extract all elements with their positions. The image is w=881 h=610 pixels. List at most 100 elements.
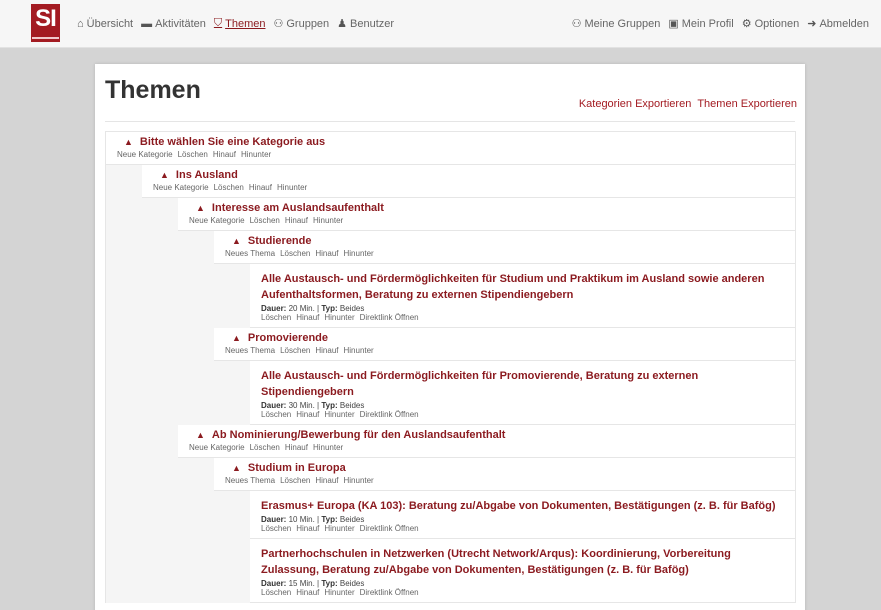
- category-title[interactable]: ▲ Ins Ausland: [160, 169, 781, 181]
- nav-item-label: Übersicht: [86, 17, 134, 30]
- move-up-link[interactable]: Hinauf: [296, 313, 319, 322]
- main-nav: ⌂ Übersicht ▬ Aktivitäten ⛉ Themen ⚇ Gruppen ♟ Be…: [77, 17, 394, 30]
- export-topics-link[interactable]: Themen Exportieren: [697, 98, 797, 110]
- move-up-link[interactable]: Hinauf: [315, 346, 338, 355]
- topic-title[interactable]: Alle Austausch- und Fördermöglichkeiten …: [261, 368, 781, 400]
- category-content: ▲ Promovierende Neues Thema Löschen Hinauf Hi…: [106, 328, 795, 360]
- category-row: ▲ Interesse am Auslandsaufenthalt Neue Kat…: [106, 198, 795, 231]
- nav-item-optionen[interactable]: ⚙ Optionen: [741, 17, 800, 31]
- nav-item-gruppen[interactable]: ⚇ Gruppen: [273, 17, 329, 31]
- logo-text: SI: [35, 5, 57, 32]
- delete-link[interactable]: Löschen: [280, 346, 310, 355]
- category-actions: Neue Kategorie Löschen Hinauf Hinunter: [189, 216, 781, 225]
- collapse-triangle-icon[interactable]: ▲: [232, 463, 241, 473]
- duration-label: Dauer:: [261, 401, 287, 410]
- move-down-link[interactable]: Hinunter: [343, 249, 373, 258]
- category-actions: Neues Thema Löschen Hinauf Hinunter: [225, 346, 781, 355]
- collapse-triangle-icon[interactable]: ▲: [160, 170, 169, 180]
- move-down-link[interactable]: Hinunter: [343, 346, 373, 355]
- direct-link[interactable]: Direktlink Öffnen: [360, 313, 419, 322]
- site-logo[interactable]: SI: [31, 4, 60, 42]
- direct-link[interactable]: Direktlink Öffnen: [360, 588, 419, 597]
- cogs-icon: ⚙: [741, 18, 752, 30]
- nav-item-themen[interactable]: ⛉ Themen: [214, 17, 266, 30]
- topic-title[interactable]: Erasmus+ Europa (KA 103): Beratung zu/Ab…: [261, 498, 781, 514]
- move-down-link[interactable]: Hinunter: [313, 443, 343, 452]
- topic-actions: Löschen Hinauf Hinunter Direktlink Öffnen: [261, 588, 781, 597]
- type-label: Typ:: [321, 304, 338, 313]
- nav-item-abmelden[interactable]: ➜ Abmelden: [807, 17, 869, 31]
- delete-link[interactable]: Löschen: [280, 476, 310, 485]
- collapse-triangle-icon[interactable]: ▲: [232, 333, 241, 343]
- delete-link[interactable]: Löschen: [261, 524, 291, 533]
- collapse-triangle-icon[interactable]: ▲: [232, 236, 241, 246]
- nav-item-übersicht[interactable]: ⌂ Übersicht: [77, 17, 133, 30]
- nav-item-aktivitäten[interactable]: ▬ Aktivitäten: [141, 17, 206, 30]
- sitemap-icon: ⛉: [213, 17, 223, 29]
- delete-link[interactable]: Löschen: [178, 150, 208, 159]
- delete-link[interactable]: Löschen: [261, 588, 291, 597]
- nav-item-benutzer[interactable]: ♟ Benutzer: [337, 17, 394, 31]
- move-up-link[interactable]: Hinauf: [249, 183, 272, 192]
- topic-title[interactable]: Partnerhochschulen in Netzwerken (Utrech…: [261, 546, 781, 578]
- direct-link[interactable]: Direktlink Öffnen: [360, 524, 419, 533]
- move-down-link[interactable]: Hinunter: [324, 410, 354, 419]
- category-title[interactable]: ▲ Promovierende: [232, 332, 781, 344]
- category-title-text: Studierende: [247, 235, 312, 247]
- topic-row: Partnerhochschulen in Netzwerken (Utrech…: [106, 539, 795, 603]
- export-categories-link[interactable]: Kategorien Exportieren: [579, 98, 692, 110]
- collapse-triangle-icon[interactable]: ▲: [124, 137, 133, 147]
- category-actions: Neues Thema Löschen Hinauf Hinunter: [225, 476, 781, 485]
- collapse-triangle-icon[interactable]: ▲: [196, 430, 205, 440]
- category-title[interactable]: ▲ Studierende: [232, 235, 781, 247]
- move-down-link[interactable]: Hinunter: [324, 313, 354, 322]
- new-item-link[interactable]: Neues Thema: [225, 476, 275, 485]
- delete-link[interactable]: Löschen: [280, 249, 310, 258]
- move-down-link[interactable]: Hinunter: [277, 183, 307, 192]
- delete-link[interactable]: Löschen: [250, 216, 280, 225]
- new-item-link[interactable]: Neue Kategorie: [189, 216, 245, 225]
- topic-actions: Löschen Hinauf Hinunter Direktlink Öffnen: [261, 524, 781, 533]
- new-item-link[interactable]: Neues Thema: [225, 249, 275, 258]
- move-down-link[interactable]: Hinunter: [324, 524, 354, 533]
- move-up-link[interactable]: Hinauf: [315, 476, 338, 485]
- category-title[interactable]: ▲ Studium in Europa: [232, 462, 781, 474]
- category-title[interactable]: ▲ Bitte wählen Sie eine Kategorie aus: [124, 136, 781, 148]
- new-item-link[interactable]: Neue Kategorie: [189, 443, 245, 452]
- move-up-link[interactable]: Hinauf: [213, 150, 236, 159]
- move-up-link[interactable]: Hinauf: [285, 443, 308, 452]
- sign-out-icon: ➜: [807, 18, 817, 30]
- move-up-link[interactable]: Hinauf: [296, 410, 319, 419]
- move-down-link[interactable]: Hinunter: [343, 476, 373, 485]
- delete-link[interactable]: Löschen: [261, 410, 291, 419]
- direct-link[interactable]: Direktlink Öffnen: [360, 410, 419, 419]
- category-title-text: Ins Ausland: [175, 169, 238, 181]
- type-label: Typ:: [321, 401, 338, 410]
- category-row: ▲ Studium in Europa Neues Thema Löschen Hina…: [106, 458, 795, 491]
- new-item-link[interactable]: Neues Thema: [225, 346, 275, 355]
- category-content: ▲ Bitte wählen Sie eine Kategorie aus Neue…: [106, 132, 795, 164]
- move-down-link[interactable]: Hinunter: [241, 150, 271, 159]
- move-down-link[interactable]: Hinunter: [313, 216, 343, 225]
- new-item-link[interactable]: Neue Kategorie: [117, 150, 173, 159]
- category-title[interactable]: ▲ Ab Nominierung/Bewerbung für den Auslan…: [196, 429, 781, 441]
- category-title-text: Studium in Europa: [247, 462, 346, 474]
- duration-value: 30 Min.: [288, 401, 315, 410]
- new-item-link[interactable]: Neue Kategorie: [153, 183, 209, 192]
- move-up-link[interactable]: Hinauf: [296, 524, 319, 533]
- move-up-link[interactable]: Hinauf: [315, 249, 338, 258]
- delete-link[interactable]: Löschen: [250, 443, 280, 452]
- group-icon: ⚇: [571, 18, 582, 30]
- nav-item-label: Meine Gruppen: [584, 17, 661, 30]
- delete-link[interactable]: Löschen: [261, 313, 291, 322]
- move-down-link[interactable]: Hinunter: [324, 588, 354, 597]
- topic-title[interactable]: Alle Austausch- und Fördermöglichkeiten …: [261, 271, 781, 303]
- category-title[interactable]: ▲ Interesse am Auslandsaufenthalt: [196, 202, 781, 214]
- move-up-link[interactable]: Hinauf: [296, 588, 319, 597]
- category-content: ▲ Ins Ausland Neue Kategorie Löschen Hinauf H…: [106, 165, 795, 197]
- collapse-triangle-icon[interactable]: ▲: [196, 203, 205, 213]
- nav-item-mein-profil[interactable]: ▣ Mein Profil: [668, 17, 733, 31]
- nav-item-meine-gruppen[interactable]: ⚇ Meine Gruppen: [571, 17, 661, 31]
- delete-link[interactable]: Löschen: [214, 183, 244, 192]
- move-up-link[interactable]: Hinauf: [285, 216, 308, 225]
